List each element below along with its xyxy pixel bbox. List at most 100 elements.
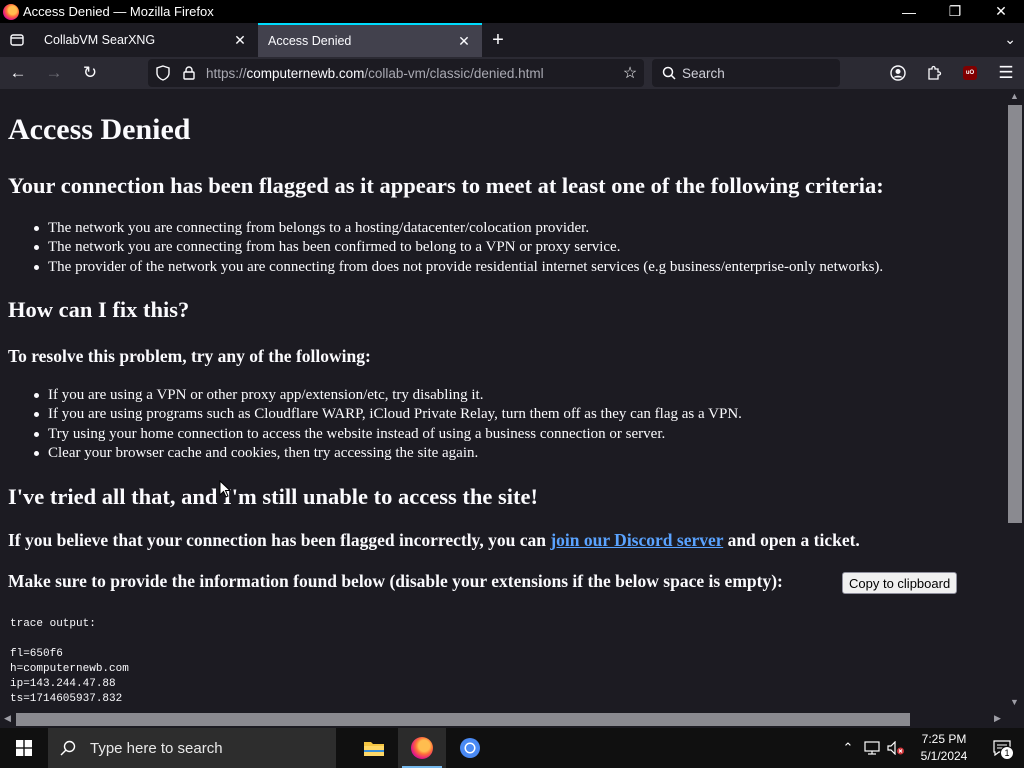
clock-time: 7:25 PM [921,732,967,746]
account-button[interactable] [880,57,916,89]
bookmark-star-icon[interactable]: ☆ [616,63,644,83]
navigation-toolbar: ← → ↻ https://computernewb.com/collab-vm… [0,57,1024,89]
horizontal-scroll-thumb[interactable] [16,713,910,726]
scrollbar-corner [1006,711,1024,728]
vertical-scroll-thumb[interactable] [1008,105,1022,523]
scroll-right-icon[interactable]: ▶ [994,713,1001,724]
url-text[interactable]: https://computernewb.com/collab-vm/class… [206,66,616,81]
url-host: computernewb.com [246,65,365,81]
list-item: If you are using programs such as Cloudf… [34,405,742,424]
firefox-view-button[interactable] [0,23,34,57]
url-path: /collab-vm/classic/denied.html [364,65,544,81]
list-item: The provider of the network you are conn… [33,258,883,277]
clock-date: 5/1/2024 [920,749,968,763]
copy-to-clipboard-button[interactable]: Copy to clipboard [842,572,958,594]
search-bar[interactable]: Search [652,59,840,87]
list-item: The network you are connecting from belo… [33,219,883,238]
list-item: The network you are connecting from has … [33,238,883,257]
chromium-taskbar-button[interactable] [446,728,494,768]
provide-info-heading: Make sure to provide the information fou… [8,571,783,591]
firefox-taskbar-button[interactable] [398,728,446,768]
hamburger-menu-icon: ☰ [998,63,1014,82]
discord-link[interactable]: join our Discord server [550,530,723,550]
show-hidden-icons-chevron-up-icon[interactable]: ⌃ [836,728,860,768]
lock-icon[interactable] [178,59,200,87]
folder-icon [364,742,384,756]
list-item: Clear your browser cache and cookies, th… [34,444,742,463]
trace-line: trace output: [10,618,96,630]
trace-line: ts=1714605937.832 [10,693,123,705]
network-icon[interactable] [860,728,884,768]
firefox-logo-icon [3,3,19,20]
fix-heading: How can I fix this? [8,297,190,322]
trace-line: fl=650f6 [10,648,63,660]
minimize-icon[interactable]: — [886,0,932,23]
new-tab-button[interactable]: + [482,23,514,57]
tab-label: CollabVM SearXNG [44,33,156,47]
system-tray: ⌃ 7:25 PM 5/1/2024 1 [836,728,1024,768]
fix-list: If you are using a VPN or other proxy ap… [34,386,742,463]
list-all-tabs-chevron-down-icon[interactable]: ⌄ [1004,31,1016,48]
shield-icon[interactable] [152,59,174,87]
close-tab-icon[interactable]: ✕ [456,33,472,50]
search-icon [662,66,676,80]
firefox-view-icon [10,34,24,46]
taskbar-search-placeholder: Type here to search [90,739,223,757]
ublock-origin-icon: uO [963,66,977,80]
url-prefix: https:// [206,65,247,81]
scroll-left-icon[interactable]: ◀ [4,713,11,724]
search-icon [60,740,76,756]
scroll-up-icon[interactable]: ▲ [1010,91,1019,101]
arrow-right-icon: → [45,63,63,82]
trace-line: h=computernewb.com [10,663,129,675]
chromium-icon [460,738,480,758]
window-controls: — ❐ ✕ [886,0,1024,23]
trace-output: trace output: fl=650f6 h=computernewb.com… [10,617,129,707]
reload-button[interactable]: ↻ [72,57,108,89]
tab-access-denied[interactable]: Access Denied ✕ [258,23,482,57]
page-title: Access Denied [8,113,191,146]
vertical-scrollbar[interactable]: ▲ ▼ [1006,89,1024,711]
list-item: Try using your home connection to access… [34,425,742,444]
criteria-list: The network you are connecting from belo… [33,219,883,277]
search-placeholder: Search [682,65,725,81]
back-button[interactable]: ← [0,57,36,89]
windows-logo-icon [16,740,32,756]
maximize-icon[interactable]: ❐ [932,0,978,23]
notification-count-badge: 1 [1000,746,1014,760]
plus-icon: + [492,28,504,51]
resolve-heading: To resolve this problem, try any of the … [8,346,371,366]
taskbar-clock[interactable]: 7:25 PM 5/1/2024 [908,731,980,765]
toolbar-right: uO ☰ [880,57,1024,89]
page-content: Access Denied Your connection has been f… [0,89,1006,711]
incorrect-paragraph: If you believe that your connection has … [8,530,860,551]
tab-collabvm-searxng[interactable]: CollabVM SearXNG ✕ [34,23,258,57]
taskbar-search-box[interactable]: Type here to search [48,728,336,768]
forward-button[interactable]: → [36,57,72,89]
file-explorer-button[interactable] [350,728,398,768]
trace-line [10,632,129,647]
extensions-button[interactable] [916,57,952,89]
account-icon [890,65,906,81]
scroll-down-icon[interactable]: ▼ [1010,697,1019,707]
mouse-cursor-icon [219,480,231,498]
arrow-left-icon: ← [9,63,27,82]
horizontal-scrollbar[interactable]: ◀ ▶ [0,711,1006,728]
firefox-logo-icon [411,737,433,759]
menu-button[interactable]: ☰ [988,57,1024,89]
ublock-origin-button[interactable]: uO [952,57,988,89]
start-button[interactable] [0,728,48,768]
window-titlebar: Access Denied — Mozilla Firefox — ❐ ✕ [0,0,1024,23]
trace-line: ip=143.244.47.88 [10,678,116,690]
window-title: Access Denied — Mozilla Firefox [23,4,214,19]
url-bar[interactable]: https://computernewb.com/collab-vm/class… [148,59,644,87]
volume-muted-icon[interactable] [884,728,908,768]
tab-label: Access Denied [268,34,352,48]
close-window-icon[interactable]: ✕ [978,0,1024,23]
list-item: If you are using a VPN or other proxy ap… [34,386,742,405]
windows-taskbar: Type here to search ⌃ 7:25 PM 5/1/2024 1 [0,728,1024,768]
action-center-button[interactable]: 1 [980,728,1024,768]
reload-icon: ↻ [82,63,98,82]
close-tab-icon[interactable]: ✕ [232,32,248,49]
incorrect-prefix: If you believe that your connection has … [8,530,551,550]
